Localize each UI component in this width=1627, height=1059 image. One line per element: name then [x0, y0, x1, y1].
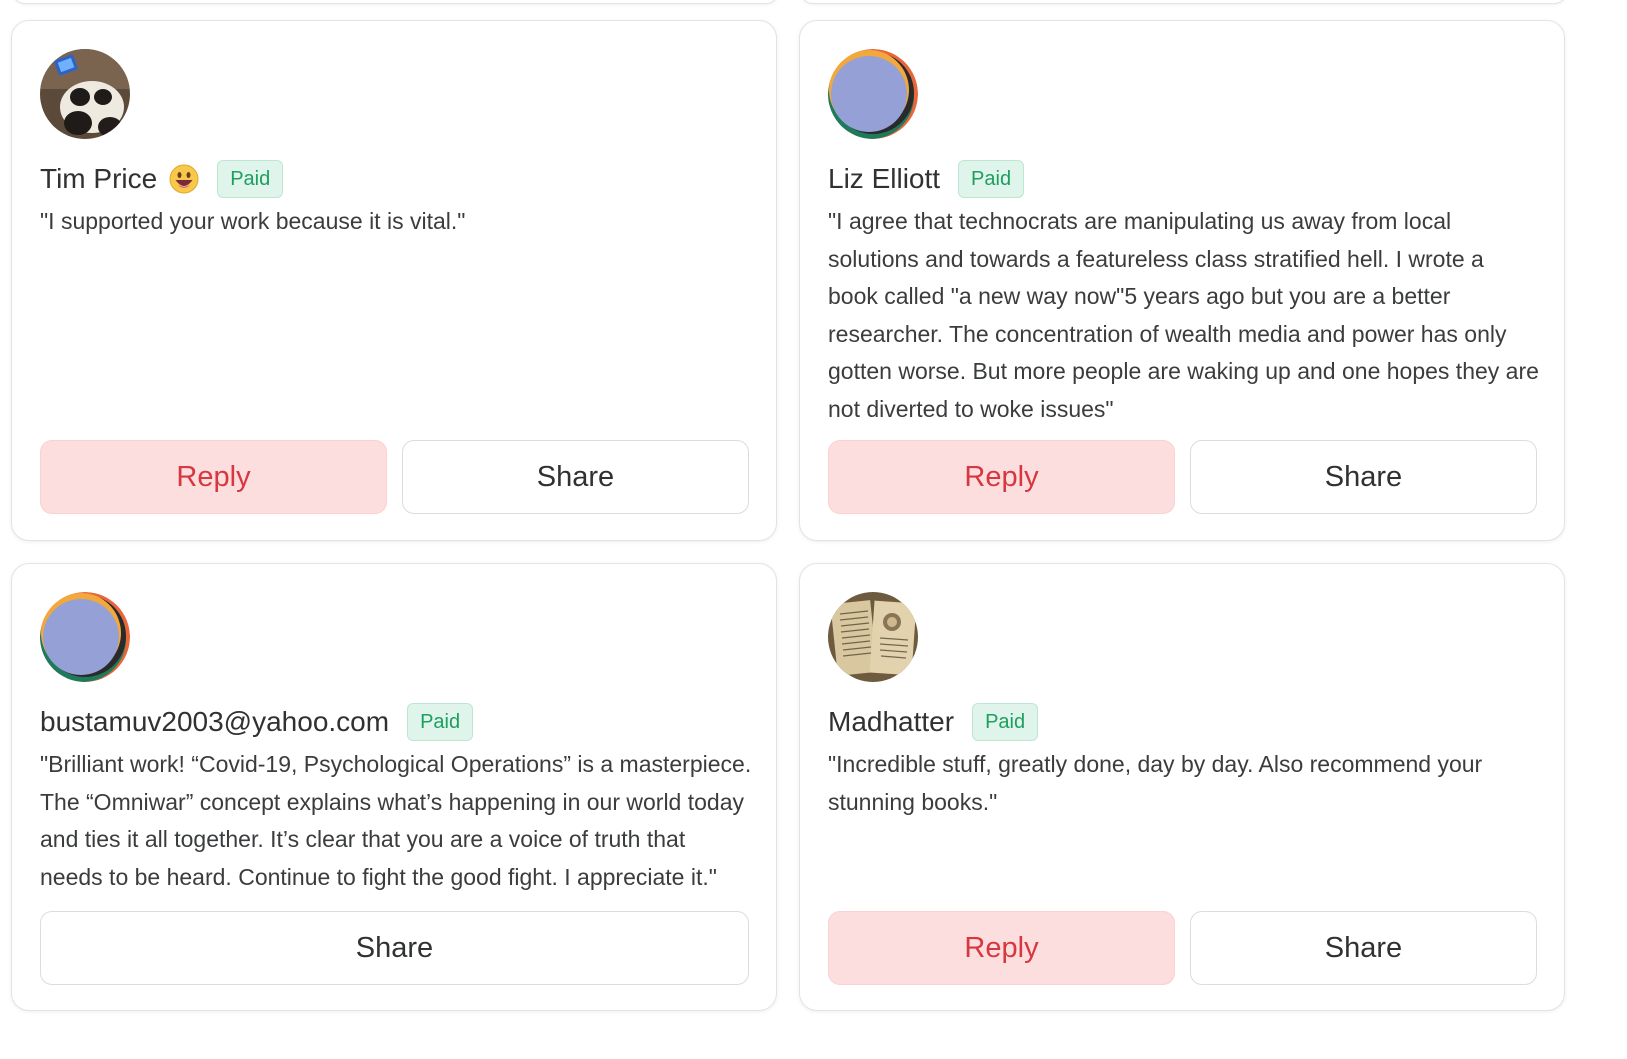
user-name: Liz Elliott: [828, 163, 941, 194]
user-name: bustamuv2003@yahoo.com: [40, 706, 390, 737]
user-name: Tim Price: [40, 163, 158, 194]
reply-button[interactable]: Reply: [828, 911, 1175, 985]
share-button[interactable]: Share: [1190, 440, 1537, 514]
share-button[interactable]: Share: [1190, 911, 1537, 985]
paid-badge: Paid: [958, 160, 1025, 198]
share-button[interactable]: Share: [402, 440, 749, 514]
previous-card-right: [800, 0, 1567, 4]
avatar: [828, 49, 918, 139]
avatar: [828, 592, 918, 682]
paid-badge: Paid: [407, 703, 474, 741]
testimonial-card: bustamuv2003@yahoo.com Paid "Brilliant w…: [11, 563, 777, 1011]
panda-photo-icon: [40, 49, 130, 139]
default-avatar-icon: [828, 49, 918, 139]
testimonial-text: "Incredible stuff, greatly done, day by …: [828, 751, 1483, 815]
default-avatar-icon: [40, 592, 130, 682]
testimonial-text: "I agree that technocrats are manipulati…: [828, 208, 1539, 422]
testimonial-text: "Brilliant work! “Covid-19, Psychologica…: [40, 751, 752, 890]
old-book-photo-icon: [828, 592, 918, 682]
previous-card-left: [12, 0, 779, 4]
testimonial-card: Liz Elliott Paid "I agree that technocra…: [799, 20, 1565, 541]
reply-button[interactable]: Reply: [40, 440, 387, 514]
user-name: Madhatter: [828, 706, 955, 737]
avatar: [40, 49, 130, 139]
paid-badge: Paid: [972, 703, 1039, 741]
paid-badge: Paid: [217, 160, 284, 198]
reply-button[interactable]: Reply: [828, 440, 1175, 514]
testimonial-card: Tim Price Paid "I supported your work be…: [11, 20, 777, 541]
testimonial-card: Madhatter Paid "Incredible stuff, greatl…: [799, 563, 1565, 1011]
share-button[interactable]: Share: [40, 911, 749, 985]
testimonial-text: "I supported your work because it is vit…: [40, 208, 466, 234]
grinning-face-icon: [169, 164, 199, 194]
avatar: [40, 592, 130, 682]
